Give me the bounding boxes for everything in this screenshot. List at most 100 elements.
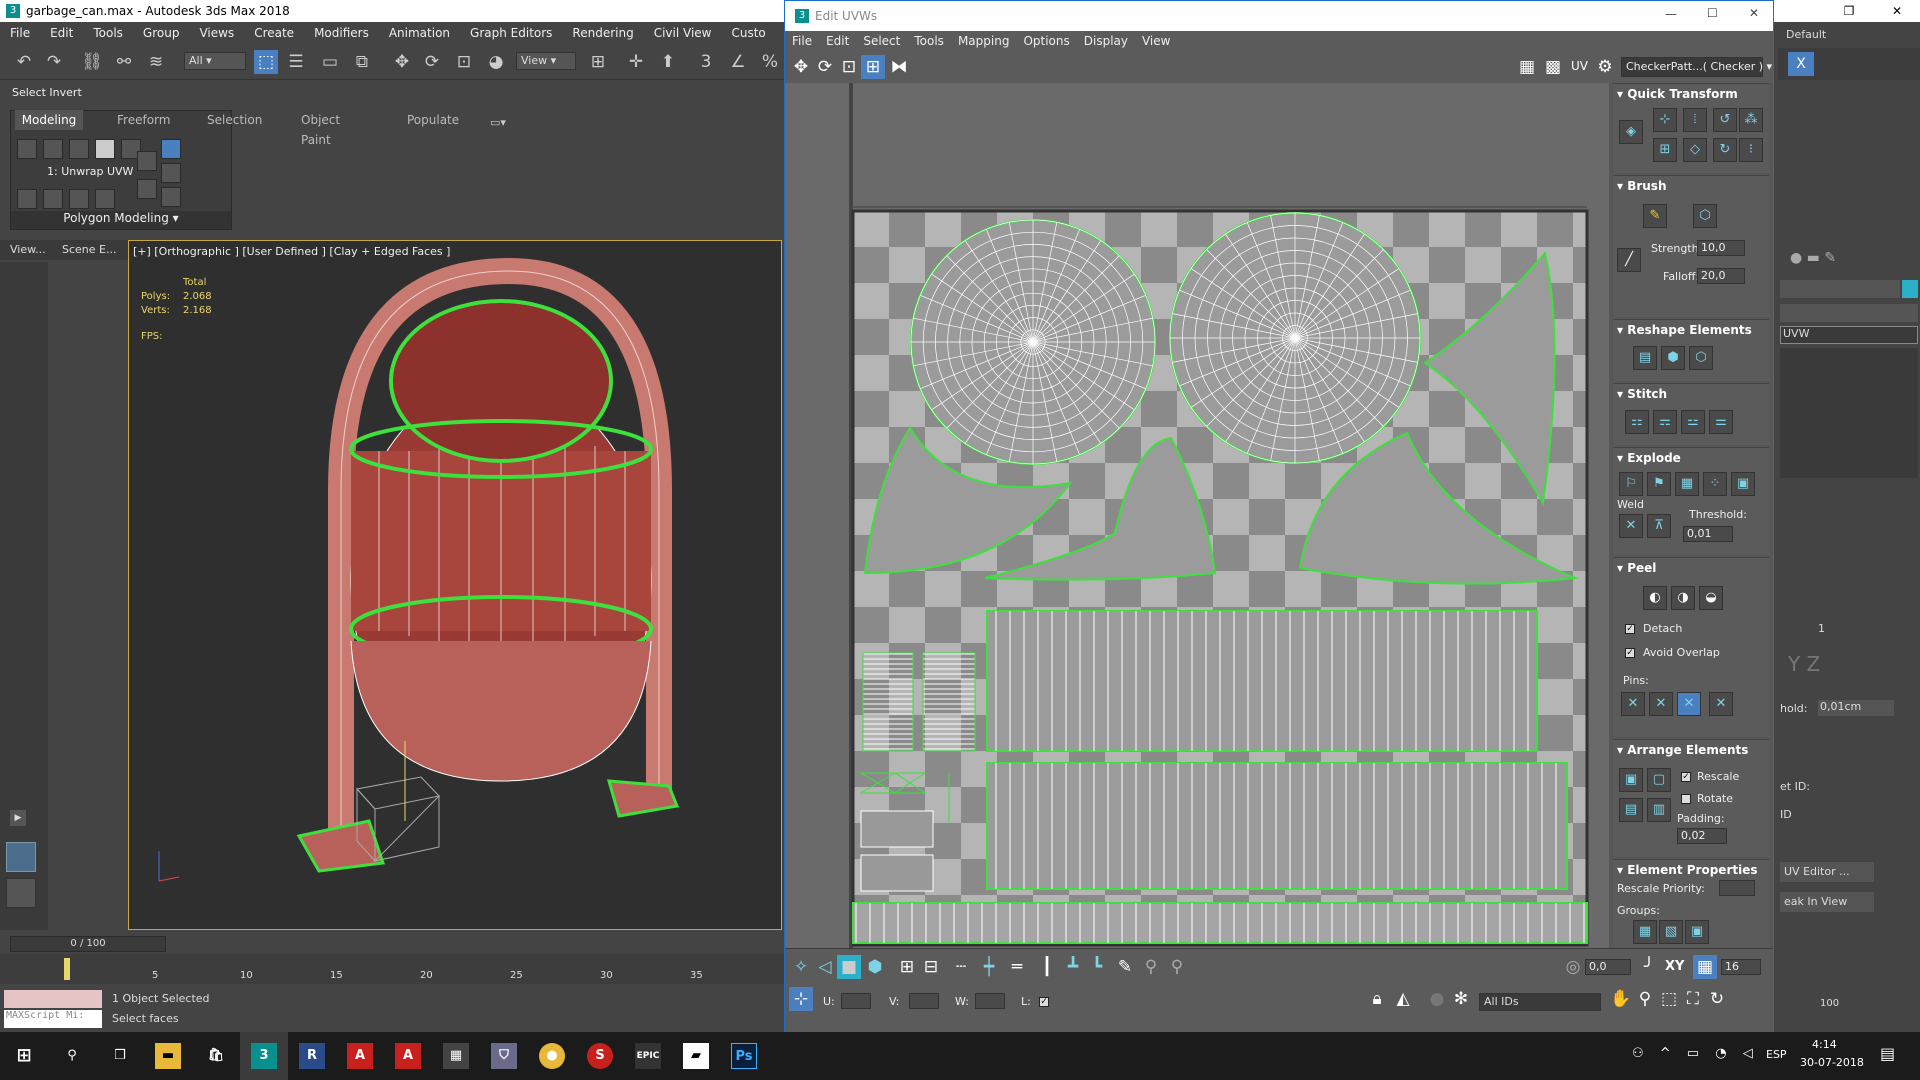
avoid-overlap-checkbox[interactable]: ✓ <box>1625 648 1635 658</box>
element-select-icon[interactable]: ⬢ <box>863 955 887 979</box>
rescale-priority-spinner[interactable] <box>1719 880 1755 896</box>
object-color-swatch[interactable] <box>1902 280 1918 298</box>
sticky-notes-icon[interactable]: ▰ <box>672 1032 720 1080</box>
task-view-icon[interactable]: ❒ <box>96 1032 144 1080</box>
by-smoothing-icon[interactable]: ▣ <box>1731 472 1755 496</box>
snap-icon[interactable]: 3 <box>694 50 718 74</box>
uv-freeform-icon[interactable]: ⊞ <box>861 55 885 79</box>
layer-icon[interactable] <box>6 842 36 872</box>
loop-icon[interactable]: ┄ <box>949 955 973 979</box>
uv-rotate-icon[interactable]: ⟳ <box>813 55 837 79</box>
command-panel-icon[interactable]: X <box>1788 52 1814 76</box>
align-center-icon[interactable]: ◇ <box>1683 138 1707 162</box>
view-tab[interactable]: View... <box>10 243 46 256</box>
falloff-curve-icon[interactable]: ╯ <box>1637 955 1661 979</box>
uv-menu-options[interactable]: Options <box>1016 34 1076 48</box>
face-select-icon[interactable]: ■ <box>837 955 861 979</box>
relax-brush-icon[interactable]: ⬡ <box>1693 204 1717 228</box>
rotate-ccw-icon[interactable]: ↺ <box>1713 108 1737 132</box>
absolute-mode-icon[interactable]: ⊹ <box>789 987 813 1011</box>
uv-settings-icon[interactable]: ⚙ <box>1593 55 1617 79</box>
peel-header[interactable]: ▾ Peel <box>1613 558 1769 578</box>
maxscript-listener[interactable] <box>4 990 102 1008</box>
zoom-region-icon[interactable]: ⬚ <box>1657 987 1681 1011</box>
unlink-icon[interactable]: ⚯ <box>112 50 136 74</box>
axis-icon[interactable]: ┻ <box>1061 955 1085 979</box>
ribbon-tool-7-icon[interactable] <box>161 139 181 159</box>
straighten-icon[interactable]: ▤ <box>1633 346 1657 370</box>
space-horizontal-icon[interactable]: ⁂ <box>1739 108 1763 132</box>
ref-coord-dropdown[interactable]: View ▾ <box>516 52 576 70</box>
time-marker[interactable] <box>64 958 70 980</box>
pivot-icon[interactable]: ⊞ <box>586 50 610 74</box>
percent-snap-icon[interactable]: % <box>758 50 782 74</box>
snap-toggle-icon[interactable]: ↻ <box>1705 987 1729 1011</box>
modifier-stack-item[interactable]: UVW <box>1780 326 1918 344</box>
detach-icon[interactable]: ⚑ <box>1647 472 1671 496</box>
brush-line-icon[interactable]: ╱ <box>1617 248 1641 272</box>
language-indicator[interactable]: ESP <box>1766 1048 1787 1061</box>
chrome-icon[interactable]: ● <box>528 1032 576 1080</box>
red-app-icon[interactable]: S <box>576 1032 624 1080</box>
stitch-average-icon[interactable]: ⚍ <box>1681 410 1705 434</box>
stitch-target-icon[interactable]: ⚌ <box>1709 410 1733 434</box>
pack-normalize-icon[interactable]: ▣ <box>1619 768 1643 792</box>
select-manipulate-icon[interactable]: ✛ <box>624 50 648 74</box>
group-selected-icon[interactable]: ▦ <box>1633 920 1657 944</box>
explode-icon[interactable]: ⁘ <box>1703 472 1727 496</box>
rotate-icon[interactable]: ⟳ <box>420 50 444 74</box>
soft-select-2-icon[interactable]: ⚲ <box>1165 955 1189 979</box>
ribbon-tool-2-icon[interactable] <box>43 189 63 209</box>
stitch-header[interactable]: ▾ Stitch <box>1613 384 1769 404</box>
bind-space-warp-icon[interactable]: ≋ <box>144 50 168 74</box>
threshold-field[interactable]: 0,01cm <box>1818 700 1894 716</box>
notifications-icon[interactable]: ▤ <box>1880 1044 1895 1063</box>
layer-2-icon[interactable] <box>6 878 36 908</box>
uv-menu-select[interactable]: Select <box>856 34 907 48</box>
tab-modeling[interactable]: Modeling <box>15 110 83 130</box>
falloff-spinner[interactable]: 20,0 <box>1697 268 1745 284</box>
vertex-select-icon[interactable]: ✧ <box>789 955 813 979</box>
undo-icon[interactable]: ↶ <box>12 50 36 74</box>
set-pivot-icon[interactable]: ◈ <box>1619 120 1643 144</box>
checker-pattern-dropdown[interactable]: CheckerPatt...( Checker ) ▾ <box>1621 57 1772 77</box>
edge-mode-icon[interactable] <box>43 139 63 159</box>
zoom-icon[interactable]: ⚲ <box>1633 987 1657 1011</box>
menu-views[interactable]: Views <box>189 26 244 40</box>
close-icon[interactable]: ✕ <box>1874 0 1920 22</box>
soft-select-icon[interactable]: ⚲ <box>1139 955 1163 979</box>
photoshop-icon[interactable]: Ps <box>720 1032 768 1080</box>
pan-icon[interactable]: ✋ <box>1609 987 1633 1011</box>
redo-icon[interactable]: ↷ <box>42 50 66 74</box>
track-bar[interactable] <box>0 954 790 984</box>
point-to-point-icon[interactable]: ┃ <box>1035 955 1059 979</box>
acrobat-icon[interactable]: A <box>336 1032 384 1080</box>
clock-date[interactable]: 30-07-2018 <box>1800 1056 1864 1069</box>
ribbon-options-icon[interactable]: ▭▾ <box>490 116 506 129</box>
menu-edit[interactable]: Edit <box>40 26 83 40</box>
epic-games-icon[interactable]: EPIC <box>624 1032 672 1080</box>
freeze-icon[interactable]: ● <box>1425 987 1449 1011</box>
uv-editor-button[interactable]: UV Editor ... <box>1780 862 1874 882</box>
select-object-icon[interactable]: ⬚ <box>254 50 278 74</box>
workspace-label[interactable]: Default <box>1786 28 1826 41</box>
grid-snap-icon[interactable]: ▦ <box>1693 955 1717 979</box>
menu-graph-editors[interactable]: Graph Editors <box>460 26 562 40</box>
checker-toggle-icon[interactable]: ▦ <box>1515 55 1539 79</box>
uv-menu-display[interactable]: Display <box>1077 34 1135 48</box>
polygon-mode-icon[interactable] <box>95 139 115 159</box>
paint-brush-icon[interactable]: ✎ <box>1643 204 1667 228</box>
menu-modifiers[interactable]: Modifiers <box>304 26 379 40</box>
stitch-custom-icon[interactable]: ⚏ <box>1625 410 1649 434</box>
uv-channel-label[interactable]: UV <box>1571 59 1588 73</box>
clock-time[interactable]: 4:14 <box>1812 1038 1837 1051</box>
stitch-source-icon[interactable]: ⚎ <box>1653 410 1677 434</box>
polygon-modeling-panel[interactable]: Polygon Modeling ▾ <box>11 211 231 229</box>
menu-create[interactable]: Create <box>244 26 304 40</box>
object-name-field[interactable] <box>1780 280 1900 298</box>
explode-header[interactable]: ▾ Explode <box>1613 448 1769 468</box>
uv-close-icon[interactable]: ✕ <box>1749 6 1759 20</box>
command-tabs[interactable]: ● ▬ ✎ <box>1790 250 1836 266</box>
soft-selection-icon[interactable]: ◎ <box>1561 955 1585 979</box>
3dsmax-taskbar-icon[interactable]: 3 <box>240 1032 288 1080</box>
